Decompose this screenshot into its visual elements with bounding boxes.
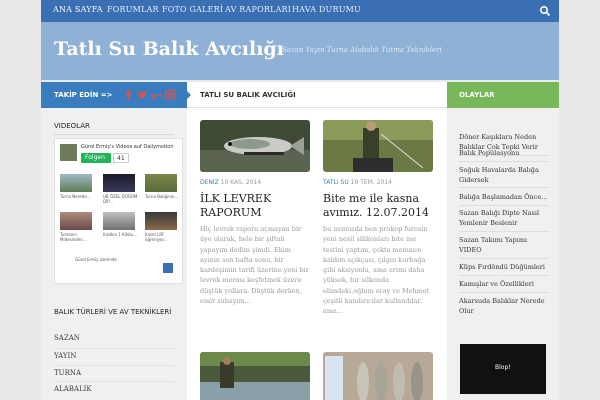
event-link[interactable]: Sazan Takımı Yapımı VIDEO <box>459 235 551 255</box>
post-image-art <box>323 352 433 400</box>
video-thumbnail[interactable] <box>103 174 135 192</box>
section-arrow-icon <box>187 91 191 99</box>
follower-count: 41 <box>113 153 129 163</box>
category-item[interactable]: TURNA <box>54 369 81 377</box>
post-excerpt: Hiç levrek raporu açmayan bir üye olarak… <box>200 225 309 306</box>
video-thumbnail[interactable] <box>145 212 177 230</box>
nav-item-home[interactable]: ANA SAYFA <box>53 5 103 14</box>
event-divider <box>459 258 549 259</box>
follow-label: TAKİP EDİN => <box>54 91 113 99</box>
category-divider <box>54 365 174 366</box>
channel-title[interactable]: Gürol Ermiş's Videos auf Dailymotion <box>81 144 174 150</box>
event-link[interactable]: Soğuk Havalarda Balığa Gidersek <box>459 165 551 185</box>
categories-heading: BALIK TÜRLERİ VE AV TEKNİKLERİ <box>54 308 172 316</box>
videos-heading: VIDEOLAR <box>54 122 90 130</box>
post-excerpt: bu avımızda ben prokop furesin yeni nesi… <box>323 225 430 316</box>
dailymotion-logo-icon[interactable] <box>163 263 173 273</box>
post-image-art <box>200 352 310 400</box>
twitter-icon[interactable] <box>137 89 148 100</box>
video-caption[interactable]: UB ÖZEL DÜĞÜM DİP... <box>103 194 139 204</box>
category-item[interactable]: ALABALIK <box>54 385 92 393</box>
site-title[interactable]: Tatlı Su Balık Avcılığı <box>54 38 284 60</box>
video-caption[interactable]: Turna Balığının... <box>145 194 181 199</box>
category-item[interactable]: SAZAN <box>54 334 80 342</box>
post-title[interactable]: Bite me ile kasna avımız. 12.07.2014 <box>323 192 433 220</box>
video-caption[interactable]: Tumanın Midesinden... <box>60 232 96 242</box>
search-icon[interactable] <box>539 5 551 17</box>
post-meta: DENİZ 10 KAS, 2014 <box>200 179 261 186</box>
post-image-art <box>323 120 433 172</box>
post-image-bass[interactable] <box>200 120 310 172</box>
video-thumbnail[interactable] <box>103 212 135 230</box>
post-image-fishing[interactable] <box>323 120 433 172</box>
heading-divider <box>54 134 174 135</box>
video-caption[interactable]: Kızılkın 1 Kilolu... <box>103 232 139 237</box>
event-divider <box>459 231 549 232</box>
video-thumbnail[interactable] <box>145 174 177 192</box>
nav-item-weather[interactable]: HAVA DURUMU <box>292 5 361 14</box>
post-image-river[interactable] <box>200 352 310 400</box>
post-date: 10 KAS, 2014 <box>220 179 262 186</box>
main-content: DENİZ 10 KAS, 2014 İLK LEVREK RAPORUM Hi… <box>187 108 447 400</box>
category-item[interactable]: YAYIN <box>54 352 76 360</box>
post-image-art <box>200 120 310 172</box>
ad-label: Blop! <box>495 364 511 371</box>
ad-banner[interactable]: Blop! <box>460 344 546 394</box>
post-category-link[interactable]: TATLI SU <box>323 179 349 186</box>
channel-avatar[interactable] <box>60 144 77 161</box>
post-title[interactable]: İLK LEVREK RAPORUM <box>200 192 310 220</box>
facebook-icon[interactable] <box>123 89 134 100</box>
dailymotion-widget: Gürol Ermiş's Videos auf Dailymotion Fol… <box>54 138 183 284</box>
site-header: Tatlı Su Balık Avcılığı Sazan Yayın Turn… <box>41 22 559 80</box>
post-category-link[interactable]: DENİZ <box>200 179 219 186</box>
follow-button-label: Folgen <box>85 154 105 161</box>
event-divider <box>459 205 549 206</box>
events-bar: OLAYLAR <box>447 82 559 108</box>
svg-text:g+: g+ <box>151 91 162 100</box>
follow-button[interactable]: Folgen <box>81 153 111 163</box>
follow-bar: TAKİP EDİN => g+ <box>41 82 187 108</box>
dailymotion-footer[interactable]: Gürol Ermiş üzerinde <box>75 257 117 262</box>
googleplus-icon[interactable]: g+ <box>151 89 162 100</box>
event-divider <box>459 292 549 293</box>
instagram-icon[interactable] <box>165 89 176 100</box>
event-link[interactable]: Klips Fırdöndü Düğümleri <box>459 262 551 272</box>
nav-item-photo-gallery[interactable]: FOTO GALERİ <box>162 5 223 14</box>
event-divider <box>459 187 549 188</box>
video-caption[interactable]: Turna Nerede... <box>60 194 96 199</box>
main-section-bar: TATLI SU BALIK AVCILIĞI <box>187 82 447 108</box>
category-divider <box>54 381 174 382</box>
category-divider <box>54 348 174 349</box>
nav-item-hunting-reports[interactable]: AV RAPORLARI <box>225 5 291 14</box>
post-meta: TATLI SU 19 TEM, 2014 <box>323 179 392 186</box>
event-link[interactable]: Kamışlar ve Özellikleri <box>459 279 551 289</box>
site-tagline: Sazan Yayın Turna Alabalık Tutma Teknikl… <box>282 46 442 54</box>
event-link[interactable]: Sazan Balığı Dipte Nasıl Yemlenir Beslen… <box>459 208 551 228</box>
nav-item-forums[interactable]: FORUMLAR <box>107 5 159 14</box>
video-thumbnail[interactable] <box>60 212 92 230</box>
post-date: 19 TEM, 2014 <box>350 179 392 186</box>
top-navigation: ANA SAYFA FORUMLAR FOTO GALERİ AV RAPORL… <box>41 0 559 22</box>
follower-count-value: 41 <box>117 155 125 162</box>
video-thumbnail[interactable] <box>60 174 92 192</box>
event-divider <box>459 275 549 276</box>
main-section-title: TATLI SU BALIK AVCILIĞI <box>200 91 296 99</box>
post-image-fish-catch[interactable] <box>323 352 433 400</box>
video-caption[interactable]: Kızım LRF öğreniyor... <box>145 232 181 242</box>
event-link[interactable]: Balığa Başlamadan Önce... <box>459 192 551 202</box>
event-link[interactable]: Balık Popülasyonu <box>459 148 551 158</box>
event-divider <box>459 161 549 162</box>
event-link[interactable]: Akarsuda Balıklar Nerede Olur <box>459 296 551 316</box>
events-title: OLAYLAR <box>459 91 495 99</box>
